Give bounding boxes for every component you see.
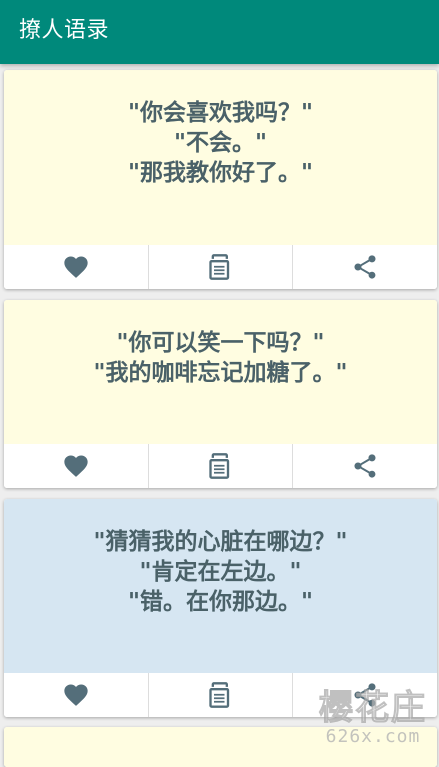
copy-button[interactable] <box>149 444 294 488</box>
heart-icon <box>64 455 88 477</box>
quote-body: "猜猜我的心脏在哪边？" "肯定在左边。" "错。在你那边。" <box>4 499 437 673</box>
quote-line: "猜猜我的心脏在哪边？" <box>93 529 348 555</box>
quote-body: "你可以笑一下吗？" "我的咖啡忘记加糖了。" <box>4 300 437 444</box>
copy-icon <box>208 254 229 280</box>
quote-line: "肯定在左边。" <box>139 559 302 585</box>
like-button[interactable] <box>4 444 149 488</box>
share-button[interactable] <box>293 444 437 488</box>
app-bar: 撩人语录 <box>0 0 439 64</box>
quote-card: "猜猜我的心脏在哪边？" "肯定在左边。" "错。在你那边。" <box>4 499 437 717</box>
quote-line: "我的咖啡忘记加糖了。" <box>93 360 348 386</box>
quote-body: "你会喜欢我吗？" "不会。" "那我教你好了。" <box>4 70 437 245</box>
share-icon <box>354 255 376 279</box>
copy-icon <box>208 682 229 708</box>
quote-line: "不会。" <box>174 130 267 156</box>
quote-card: "你可以笑一下吗？" "我的咖啡忘记加糖了。" <box>4 300 437 488</box>
share-icon <box>354 454 376 478</box>
quote-line: "错。在你那边。" <box>128 589 313 615</box>
like-button[interactable] <box>4 673 149 717</box>
quote-line: "那我教你好了。" <box>128 160 313 186</box>
quote-card: "你会喜欢我吗？" "不会。" "那我教你好了。" <box>4 70 437 289</box>
copy-button[interactable] <box>149 673 294 717</box>
heart-icon <box>64 684 88 706</box>
copy-button[interactable] <box>149 245 294 289</box>
watermark-logo-text: 樱花庄 <box>319 688 427 728</box>
share-button[interactable] <box>293 245 437 289</box>
card-actions <box>4 245 437 289</box>
copy-icon <box>208 453 229 479</box>
watermark: 樱花庄 626x.com <box>319 689 427 747</box>
app-title: 撩人语录 <box>19 18 110 43</box>
watermark-url: 626x.com <box>325 726 421 747</box>
card-actions <box>4 444 437 488</box>
quote-line: "你会喜欢我吗？" <box>128 100 313 126</box>
like-button[interactable] <box>4 245 149 289</box>
quote-line: "你可以笑一下吗？" <box>116 330 325 356</box>
heart-icon <box>64 256 88 278</box>
